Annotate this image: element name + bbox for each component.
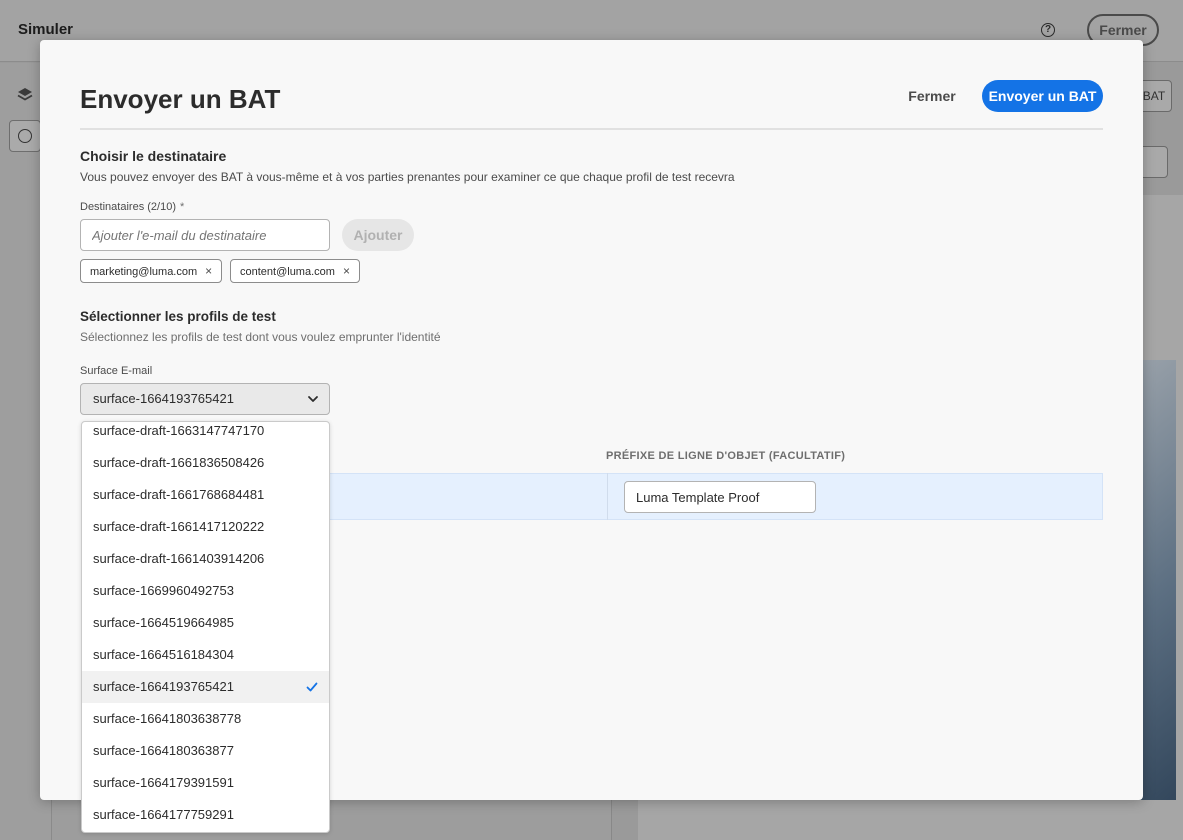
recipients-label-text: Destinataires (2/10) [80,201,176,213]
option-label: surface-1669960492753 [93,583,234,598]
option-label: surface-draft-1663147747170 [93,423,265,438]
option-label: surface-draft-1661768684481 [93,487,265,502]
dialog-title: Envoyer un BAT [80,84,281,114]
option-label: surface-1664516184304 [93,647,234,662]
list-item[interactable]: surface-draft-1661403914206 [82,543,329,575]
dialog-close-button[interactable]: Fermer [892,80,972,112]
help-icon[interactable]: ? [1041,23,1055,37]
remove-tag-icon[interactable]: × [205,264,212,278]
recipient-tag-email: marketing@luma.com [90,266,198,278]
surface-picker[interactable]: surface-1664193765421 [80,383,330,415]
list-item[interactable]: surface-1664516184304 [82,639,329,671]
option-label: surface-1664179391591 [93,775,234,790]
list-item[interactable]: surface-1664180363877 [82,735,329,767]
recipient-tag-email: content@luma.com [240,266,335,278]
surface-dropdown-list: surface-draft-1663147747170 surface-draf… [81,421,330,833]
list-item[interactable]: surface-1664179391591 [82,767,329,799]
recipient-tag: marketing@luma.com × [80,259,223,283]
profile-icon[interactable] [9,120,41,152]
checkmark-icon [306,682,318,692]
list-item[interactable]: surface-draft-1661768684481 [82,479,329,511]
profiles-heading: Sélectionner les profils de test [80,309,276,324]
option-label: surface-1664193765421 [93,679,234,694]
option-label: surface-1664519664985 [93,615,234,630]
app-title: Simuler [18,21,74,38]
subject-prefix-column-header: PRÉFIXE DE LIGNE D'OBJET (FACULTATIF) [606,450,846,462]
option-label: surface-draft-1661403914206 [93,551,265,566]
list-item[interactable]: surface-draft-1661417120222 [82,511,329,543]
list-item-selected[interactable]: surface-1664193765421 [82,671,329,703]
option-label: surface-1664180363877 [93,743,234,758]
surface-label: Surface E-mail [80,365,153,377]
layers-icon[interactable] [16,86,34,104]
recipient-heading: Choisir le destinataire [80,148,227,164]
recipient-tag: content@luma.com × [230,259,360,283]
list-item[interactable]: surface-1664519664985 [82,607,329,639]
list-item[interactable]: surface-1664177759291 [82,799,329,831]
recipient-description: Vous pouvez envoyer des BAT à vous-même … [80,170,735,184]
surface-picker-value: surface-1664193765421 [93,391,234,406]
required-mark: * [180,201,185,213]
subject-prefix-input[interactable] [624,481,816,513]
add-recipient-button[interactable]: Ajouter [342,219,414,251]
profiles-description: Sélectionnez les profils de test dont vo… [80,330,441,344]
dialog-divider [80,128,1103,130]
list-item[interactable]: surface-16641803638778 [82,703,329,735]
list-item[interactable]: surface-draft-1663147747170 [82,422,329,447]
list-item[interactable]: surface-draft-1661836508426 [82,447,329,479]
list-item[interactable]: surface-1669960492753 [82,575,329,607]
recipients-label: Destinataires (2/10) * [80,201,184,213]
remove-tag-icon[interactable]: × [343,264,350,278]
send-proof-button[interactable]: Envoyer un BAT [982,80,1103,112]
option-label: surface-draft-1661417120222 [93,519,265,534]
cell-divider [607,473,608,520]
chevron-down-icon [308,396,318,402]
recipient-email-input[interactable] [80,219,330,251]
option-label: surface-1664177759291 [93,807,234,822]
option-label: surface-draft-1661836508426 [93,455,265,470]
option-label: surface-16641803638778 [93,711,242,726]
